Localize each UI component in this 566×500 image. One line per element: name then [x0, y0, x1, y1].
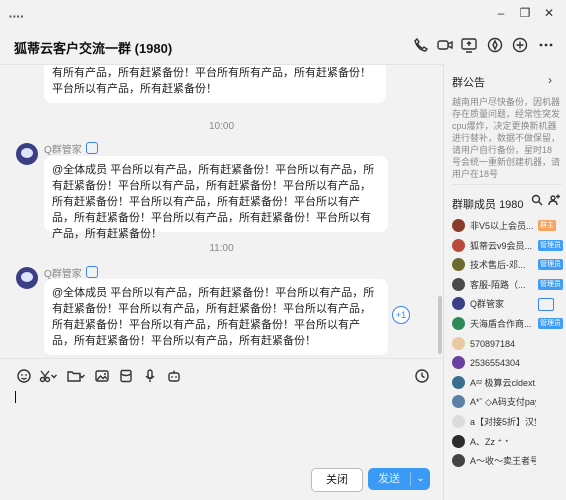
member-row[interactable]: 客服-陌路（... 管理员 [452, 277, 564, 293]
red-packet-icon[interactable] [118, 368, 134, 384]
member-row[interactable]: A²² 极算云cldext.com [452, 375, 564, 391]
avatar[interactable] [452, 317, 465, 330]
member-name: 客服-陌路（... [470, 279, 526, 290]
message-bubble-partial: 有所有产品，所有赶紧备份！平台所有所有产品，所有赶紧备份！平台所以有产品，所有赶… [44, 65, 386, 103]
avatar[interactable] [16, 143, 38, 165]
member-row[interactable]: 2536554304 [452, 355, 564, 371]
more-options-icon[interactable] [537, 36, 555, 54]
member-name: 技术售后-邓... [470, 260, 526, 271]
admin-badge: 管理员 [538, 278, 563, 290]
send-button-label[interactable]: 发送 [368, 468, 410, 490]
bot-badge-icon [538, 298, 554, 312]
screen-share-icon[interactable] [460, 36, 478, 54]
member-row[interactable]: 570897184 [452, 336, 564, 352]
restore-button[interactable]: ❐ [516, 4, 534, 22]
drag-grip-icon[interactable]: ▪▪▪▪ [9, 12, 24, 21]
timestamp: 10:00 [208, 121, 235, 132]
phone-call-icon[interactable] [412, 36, 430, 54]
chat-header: 狐蒂云客户交流一群 (1980) [0, 28, 566, 65]
message-bubble: @全体成员 平台所以有产品，所有赶紧备份！平台所以有产品，所有赶紧备份！平台所以… [44, 156, 388, 240]
message-bubble: @全体成员 平台所以有产品，所有赶紧备份！平台所以有产品，所有赶紧备份！平台所以… [44, 279, 388, 355]
member-row[interactable]: A～收～卖王者号 皮... [452, 453, 564, 469]
admin-badge: 管理员 [538, 318, 563, 329]
bot-badge-icon [85, 266, 98, 278]
search-icon[interactable] [531, 194, 543, 206]
avatar[interactable] [452, 277, 465, 291]
avatar[interactable] [452, 258, 465, 272]
timestamp: 11:00 [209, 243, 234, 254]
sender-name: Q群管家 [44, 265, 98, 280]
avatar[interactable] [452, 395, 465, 409]
member-row[interactable]: A*ˇ ◇A码支付pay.m... [452, 394, 564, 410]
member-row[interactable]: a【对接5折】汉堡云... [452, 414, 564, 430]
member-name: A*ˇ ◇A码支付pay.m... [470, 397, 536, 408]
message-list[interactable]: 有所有产品，所有赶紧备份！平台所有所有产品，所有赶紧备份！平台所以有产品，所有赶… [0, 65, 443, 357]
notice-title[interactable]: 群公告 [452, 74, 485, 90]
member-row[interactable]: Q群管家 [452, 296, 564, 312]
group-side-panel: 群公告 › 越南用户尽快备份，因机器存在质量问题，经常性突发cpu爆炸，决定更换… [444, 64, 566, 500]
owner-badge: 群主 [538, 220, 556, 231]
member-name: 2536554304 [470, 358, 521, 369]
member-name: 非V5以上会员... [470, 221, 534, 231]
avatar[interactable] [452, 375, 465, 389]
member-name: A²² 极算云cldext.com [470, 377, 536, 388]
chevron-down-icon[interactable] [50, 368, 58, 384]
microphone-icon[interactable] [142, 368, 158, 384]
send-options-chevron-icon[interactable]: ⌄ [411, 468, 430, 490]
close-window-button[interactable]: ✕ [540, 4, 558, 22]
emoji-icon[interactable] [16, 368, 32, 384]
notice-body[interactable]: 越南用户尽快备份，因机器存在质量问题，经常性突发cpu爆炸，决定更换新机器进行替… [452, 96, 560, 184]
member-row[interactable]: 狐蒂云v9会员... 管理员 [452, 238, 564, 254]
avatar[interactable] [452, 336, 465, 350]
member-name: 天海盾合作商... [470, 319, 532, 329]
avatar[interactable] [452, 219, 465, 232]
divider [452, 184, 562, 185]
chat-scrollbar[interactable] [438, 296, 442, 354]
close-button[interactable]: 关闭 [311, 468, 363, 492]
group-title: 狐蒂云客户交流一群 (1980) [14, 41, 173, 56]
avatar[interactable] [452, 356, 465, 370]
member-name: a【对接5折】汉堡云... [470, 417, 536, 427]
admin-badge: 管理员 [538, 239, 563, 251]
group-app-icon[interactable] [486, 36, 504, 54]
robot-icon[interactable] [166, 368, 182, 384]
member-row[interactable]: 非V5以上会员... 群主 [452, 218, 564, 234]
avatar[interactable] [452, 434, 465, 448]
avatar[interactable] [16, 267, 38, 289]
minimize-button[interactable]: – [492, 4, 510, 22]
add-member-icon[interactable] [548, 194, 560, 206]
member-row[interactable]: 技术售后-邓... 管理员 [452, 257, 564, 273]
title-bar: ▪▪▪▪ – ❐ ✕ [0, 0, 566, 28]
avatar[interactable] [452, 454, 465, 468]
chevron-right-icon[interactable]: › [548, 73, 552, 87]
bot-badge-icon [85, 142, 98, 154]
sender-name: Q群管家 [44, 141, 98, 156]
plus-one-button[interactable]: +1 [392, 306, 410, 324]
avatar[interactable] [452, 238, 465, 252]
member-name: A～收～卖王者号 皮... [470, 456, 536, 467]
avatar[interactable] [452, 297, 465, 311]
text-caret [15, 391, 16, 403]
send-button[interactable]: 发送 ⌄ [368, 468, 430, 490]
member-row[interactable]: 天海盾合作商... 管理员 [452, 316, 564, 332]
message-input[interactable] [0, 384, 443, 462]
member-name: 570897184 [470, 338, 516, 349]
image-icon[interactable] [94, 368, 110, 384]
member-name: 狐蒂云v9会员... [470, 240, 533, 251]
chevron-down-icon[interactable] [78, 368, 86, 384]
admin-badge: 管理员 [538, 259, 563, 271]
members-title: 群聊成员 1980 [452, 199, 524, 211]
history-clock-icon[interactable] [414, 368, 430, 384]
member-name: Q群管家 [470, 299, 505, 310]
avatar[interactable] [452, 415, 465, 428]
invite-member-icon[interactable] [511, 36, 529, 54]
video-call-icon[interactable] [436, 36, 454, 54]
member-name: A、Zz ⁺﹡ [470, 436, 512, 447]
member-row[interactable]: A、Zz ⁺﹡ [452, 434, 564, 450]
